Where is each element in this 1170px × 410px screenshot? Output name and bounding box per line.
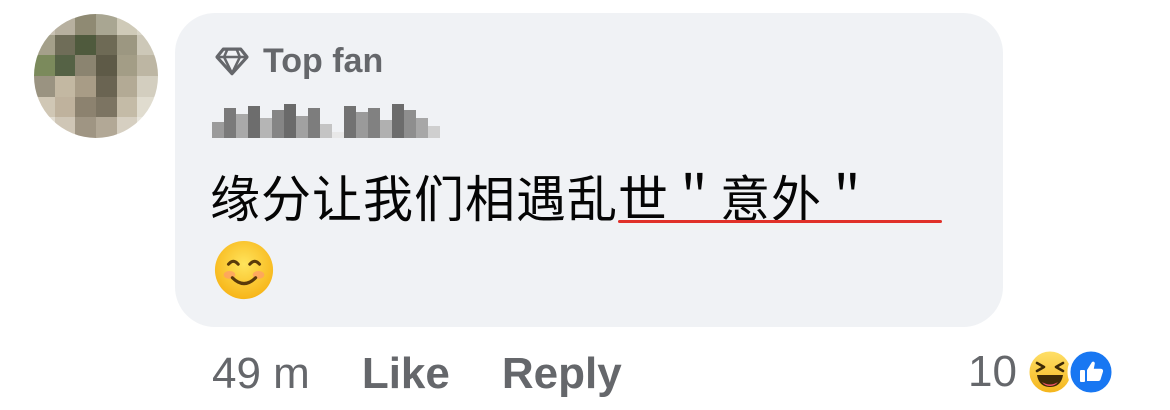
avatar[interactable] bbox=[34, 14, 158, 138]
reaction-summary[interactable]: 10 bbox=[968, 344, 1115, 400]
diamond-icon bbox=[215, 47, 249, 76]
like-button[interactable]: Like bbox=[362, 349, 450, 399]
author-name-redacted[interactable] bbox=[212, 100, 452, 138]
comment-container: Top fan 缘分让我们相遇乱世＂意外＂ 49 m Like Reply 10 bbox=[0, 0, 1170, 410]
thumbs-up-icon bbox=[1067, 348, 1115, 396]
timestamp[interactable]: 49 m bbox=[212, 349, 310, 399]
badge-label: Top fan bbox=[263, 41, 384, 80]
reaction-count: 10 bbox=[968, 347, 1017, 396]
smiling-face-icon bbox=[214, 240, 274, 300]
top-fan-badge: Top fan bbox=[213, 40, 383, 82]
spellcheck-underline bbox=[618, 220, 942, 223]
comment-actions: 49 m Like Reply bbox=[212, 348, 622, 400]
reply-button[interactable]: Reply bbox=[502, 349, 622, 399]
